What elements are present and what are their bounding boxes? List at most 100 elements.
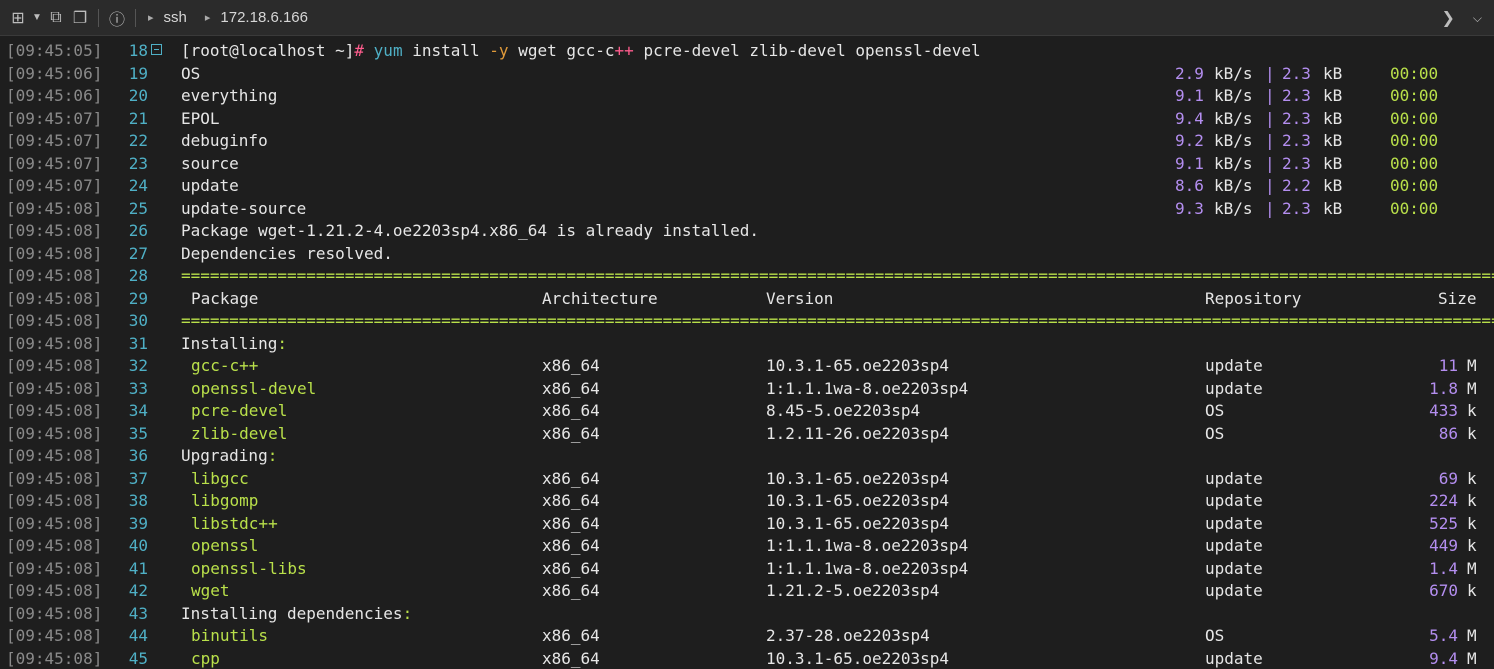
timestamp: [09:45:07] [6, 131, 103, 150]
new-tab-icon[interactable]: ⊞ [6, 4, 30, 32]
repo-name: update-source [181, 198, 307, 218]
package-size-unit: M [1467, 648, 1477, 668]
table-row: [09:45:08] 33 openssl-devel x86_64 1:1.1.1wa… [0, 378, 1494, 401]
table-row: [09:45:08] 41 openssl-libs x86_64 1:1.1.1wa-… [0, 558, 1494, 581]
download-rate: 9.3 [1175, 198, 1204, 218]
package-version: 10.3.1-65.oe2203sp4 [766, 513, 950, 533]
message-line: [09:45:08] 26 Package wget-1.21.2-4.oe2203… [0, 220, 1494, 243]
package-name: cpp [191, 648, 220, 668]
section-title-text: Installing [181, 333, 278, 353]
package-repo: update [1205, 513, 1263, 533]
elapsed-time: 00:00 [1390, 86, 1439, 105]
duplicate-session-icon[interactable]: ❐ [68, 4, 92, 32]
chevron-right-icon[interactable]: ❯ [1441, 8, 1454, 28]
rate-unit: kB/s [1214, 108, 1253, 128]
header-package: Package [191, 288, 259, 308]
package-repo: update [1205, 356, 1263, 375]
package-name: openssl [191, 536, 259, 555]
terminal-output[interactable]: [09:45:05] 18 [root@localhost ~]# yum inst… [0, 40, 1494, 669]
package-name: openssl-devel [191, 378, 317, 398]
timestamp: [09:45:07] [6, 108, 103, 128]
prompt-hash: # [354, 41, 365, 60]
elapsed-time: 00:00 [1390, 131, 1439, 150]
breadcrumb-host[interactable]: 172.18.6.166 [220, 9, 308, 26]
package-name: zlib-devel [191, 423, 288, 443]
timestamp: [09:45:07] [6, 176, 103, 195]
package-size-unit: k [1467, 401, 1477, 420]
message-line: [09:45:08] 27 Dependencies resolved. [0, 243, 1494, 266]
header-architecture: Architecture [542, 288, 658, 308]
pipe-separator: | [1265, 86, 1275, 105]
download-size: 2.3 [1282, 131, 1311, 150]
timestamp: [09:45:08] [6, 266, 103, 285]
package-arch: x86_64 [542, 491, 600, 510]
pipe-separator: | [1265, 176, 1275, 195]
line-number: 24 [128, 176, 148, 195]
section-title-line: [09:45:08] 36 Upgrading: [0, 445, 1494, 468]
package-repo: update [1205, 558, 1263, 578]
line-number: 23 [128, 153, 148, 173]
package-size: 5.4 [1429, 626, 1458, 645]
elapsed-time: 00:00 [1390, 176, 1439, 195]
timestamp: [09:45:06] [6, 63, 103, 83]
package-repo: OS [1205, 401, 1225, 420]
breadcrumb-protocol[interactable]: ssh [164, 9, 187, 26]
timestamp: [09:45:08] [6, 221, 103, 240]
package-size-unit: M [1467, 356, 1477, 375]
repo-name: debuginfo [181, 131, 268, 150]
package-arch: x86_64 [542, 536, 600, 555]
download-rate: 9.4 [1175, 108, 1204, 128]
download-size: 2.3 [1282, 63, 1311, 83]
line-number: 44 [128, 626, 148, 645]
timestamp: [09:45:08] [6, 333, 103, 353]
package-repo: update [1205, 581, 1263, 600]
package-repo: update [1205, 491, 1263, 510]
line-number: 37 [128, 468, 148, 488]
command-args: pcre-devel zlib-devel openssl-devel [643, 41, 981, 60]
dependencies-resolved-message: Dependencies resolved. [181, 243, 393, 263]
timestamp: [09:45:08] [6, 401, 103, 420]
command-plus: ++ [614, 41, 634, 60]
package-version: 1.21.2-5.oe2203sp4 [766, 581, 940, 600]
package-version: 2.37-28.oe2203sp4 [766, 626, 930, 645]
rate-unit: kB/s [1214, 153, 1253, 173]
timestamp: [09:45:08] [6, 446, 103, 465]
package-repo: update [1205, 468, 1263, 488]
repo-metadata-line: [09:45:07] 22 debuginfo 9.2 kB/s | 2.3 kB 00:00 [0, 130, 1494, 153]
package-size-unit: k [1467, 536, 1477, 555]
size-unit: kB [1323, 198, 1343, 218]
line-number: 35 [128, 423, 148, 443]
package-size-unit: k [1467, 468, 1477, 488]
split-window-icon[interactable]: ⧉ [44, 4, 68, 32]
timestamp: [09:45:08] [6, 603, 103, 623]
timestamp: [09:45:06] [6, 86, 103, 105]
line-number: 43 [128, 603, 148, 623]
timestamp: [09:45:08] [6, 378, 103, 398]
package-arch: x86_64 [542, 378, 600, 398]
package-size: 86 [1438, 423, 1458, 443]
timestamp: [09:45:08] [6, 491, 103, 510]
line-number: 45 [128, 648, 148, 668]
command-name: yum [373, 41, 403, 60]
package-version: 1.2.11-26.oe2203sp4 [766, 423, 950, 443]
rate-unit: kB/s [1214, 63, 1253, 83]
line-number: 39 [128, 513, 148, 533]
fold-toggle-icon[interactable] [151, 44, 162, 55]
info-icon[interactable]: ⓘ [105, 4, 129, 32]
package-size-unit: k [1467, 423, 1477, 443]
size-unit: kB [1323, 63, 1343, 83]
download-rate: 8.6 [1175, 176, 1204, 195]
line-number: 41 [128, 558, 148, 578]
already-installed-message: Package wget-1.21.2-4.oe2203sp4.x86_64 i… [181, 221, 759, 240]
package-version: 10.3.1-65.oe2203sp4 [766, 468, 950, 488]
repo-name: OS [181, 63, 201, 83]
package-repo: update [1205, 378, 1263, 398]
chevron-down-icon[interactable]: ⌵ [1473, 11, 1482, 26]
dropdown-chevron-icon[interactable]: ▼ [30, 4, 44, 32]
table-row: [09:45:08] 44 binutils x86_64 2.37-28.oe2203… [0, 625, 1494, 648]
rate-unit: kB/s [1214, 198, 1253, 218]
rate-unit: kB/s [1214, 86, 1253, 105]
header-repository: Repository [1205, 288, 1302, 308]
